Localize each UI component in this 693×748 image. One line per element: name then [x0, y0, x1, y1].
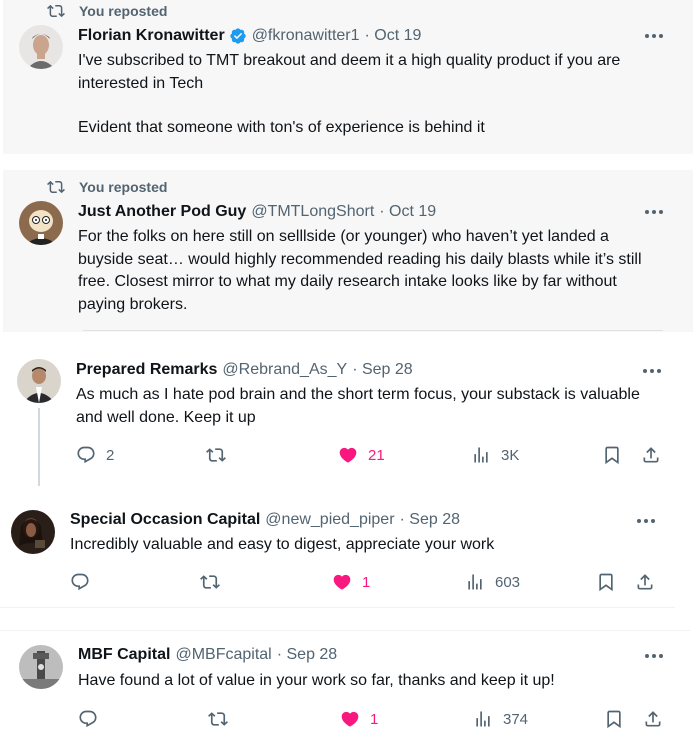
views-count: 603: [495, 573, 521, 591]
tweet-text-line: I've subscribed to TMT breakout and deem…: [78, 52, 621, 92]
action-bar: 2 21 3K: [76, 443, 666, 467]
author-handle[interactable]: @Rebrand_As_Y: [222, 361, 347, 379]
tweet-text: Incredibly valuable and easy to digest, …: [70, 534, 650, 557]
quote-card-edge: [83, 330, 663, 331]
tweet-text-line: As much as I hate pod brain and the shor…: [76, 386, 640, 426]
thread-line: [38, 408, 40, 486]
repost-icon: [47, 4, 65, 18]
repost-icon: [47, 180, 65, 194]
like-count: 1: [362, 573, 371, 591]
more-icon[interactable]: [643, 203, 665, 221]
tweet-text-line: Have found a lot of value in your work s…: [78, 672, 555, 689]
author-handle[interactable]: @TMTLongShort: [251, 203, 374, 221]
like-count: 21: [368, 446, 385, 464]
reply-button[interactable]: 2: [76, 443, 114, 467]
views-icon: [468, 574, 482, 590]
like-button[interactable]: 1: [340, 707, 378, 731]
reply-icon: [79, 710, 97, 728]
like-button[interactable]: 1: [332, 570, 370, 594]
repost-button[interactable]: [200, 570, 230, 594]
author-handle[interactable]: @fkronawitter1: [252, 27, 360, 45]
repost-label: You reposted: [79, 179, 168, 195]
avatar[interactable]: [19, 645, 63, 689]
views-button[interactable]: 374: [473, 707, 528, 731]
tweet-text: For the folks on here still on selllside…: [78, 226, 668, 316]
verified-badge-icon: [230, 28, 246, 44]
views-count: 374: [503, 710, 529, 728]
bookmark-icon[interactable]: [602, 445, 622, 465]
author-name[interactable]: Florian Kronawitter: [78, 27, 225, 45]
author-name[interactable]: Just Another Pod Guy: [78, 203, 246, 221]
heart-icon: [333, 574, 351, 590]
repost-indicator: You reposted: [47, 2, 167, 20]
reply-count: 2: [106, 446, 115, 464]
reply-button[interactable]: [70, 570, 100, 594]
views-count: 3K: [501, 446, 520, 464]
author-name[interactable]: Special Occasion Capital: [70, 511, 260, 529]
bookmark-icon[interactable]: [604, 709, 624, 729]
views-icon: [476, 711, 490, 727]
views-button[interactable]: 603: [465, 570, 520, 594]
tweet-text-line: Incredibly valuable and easy to digest, …: [70, 536, 495, 553]
avatar[interactable]: [19, 201, 63, 245]
tweet-text-line: For the folks on here still on selllside…: [78, 228, 642, 313]
author-name[interactable]: Prepared Remarks: [76, 361, 217, 379]
more-icon[interactable]: [643, 647, 665, 665]
tweet-card[interactable]: You reposted Just Another Pod Guy @TMTLo…: [3, 170, 693, 332]
views-icon: [474, 447, 488, 463]
tweet-date[interactable]: · Sep 28: [400, 511, 460, 529]
heart-icon: [339, 447, 357, 463]
author-name[interactable]: MBF Capital: [78, 646, 170, 664]
like-button[interactable]: 21: [338, 443, 385, 467]
share-icon[interactable]: [635, 572, 655, 592]
share-icon[interactable]: [641, 445, 661, 465]
reply-icon: [71, 573, 89, 591]
author-handle[interactable]: @new_pied_piper: [265, 511, 394, 529]
action-bar: 1 603: [70, 570, 660, 594]
tweet-card[interactable]: Special Occasion Capital @new_pied_piper…: [0, 498, 675, 608]
more-icon[interactable]: [641, 362, 663, 380]
repost-icon: [208, 712, 228, 726]
reply-button[interactable]: [78, 707, 108, 731]
like-count: 1: [370, 710, 379, 728]
views-button[interactable]: 3K: [471, 443, 519, 467]
action-bar: 1 374: [78, 707, 668, 731]
tweet-card[interactable]: You reposted Florian Kronawitter @fkrona…: [3, 0, 693, 154]
repost-button[interactable]: [208, 707, 238, 731]
repost-icon: [206, 448, 226, 462]
tweet-date[interactable]: · Sep 28: [352, 361, 412, 379]
tweet-text-line: Evident that someone with ton's of exper…: [78, 119, 485, 136]
tweet-text: I've subscribed to TMT breakout and deem…: [78, 50, 678, 140]
repost-icon: [200, 575, 220, 589]
avatar[interactable]: [17, 359, 61, 403]
avatar[interactable]: [19, 25, 63, 69]
tweet-card[interactable]: Prepared Remarks @Rebrand_As_Y · Sep 28 …: [0, 346, 690, 488]
repost-indicator: You reposted: [47, 178, 167, 196]
avatar[interactable]: [11, 510, 55, 554]
repost-label: You reposted: [79, 3, 168, 19]
tweet-date[interactable]: · Oct 19: [379, 203, 436, 221]
bookmark-icon[interactable]: [596, 572, 616, 592]
more-icon[interactable]: [643, 27, 665, 45]
repost-button[interactable]: [206, 443, 236, 467]
author-handle[interactable]: @MBFcapital: [175, 646, 271, 664]
tweet-text: Have found a lot of value in your work s…: [78, 670, 668, 693]
tweet-card[interactable]: MBF Capital @MBFcapital · Sep 28 Have fo…: [0, 630, 690, 748]
share-icon[interactable]: [643, 709, 663, 729]
tweet-date[interactable]: · Sep 28: [277, 646, 337, 664]
tweet-text: As much as I hate pod brain and the shor…: [76, 384, 656, 429]
heart-icon: [341, 711, 359, 727]
reply-icon: [77, 446, 95, 464]
tweet-date[interactable]: · Oct 19: [365, 27, 422, 45]
more-icon[interactable]: [635, 512, 657, 530]
